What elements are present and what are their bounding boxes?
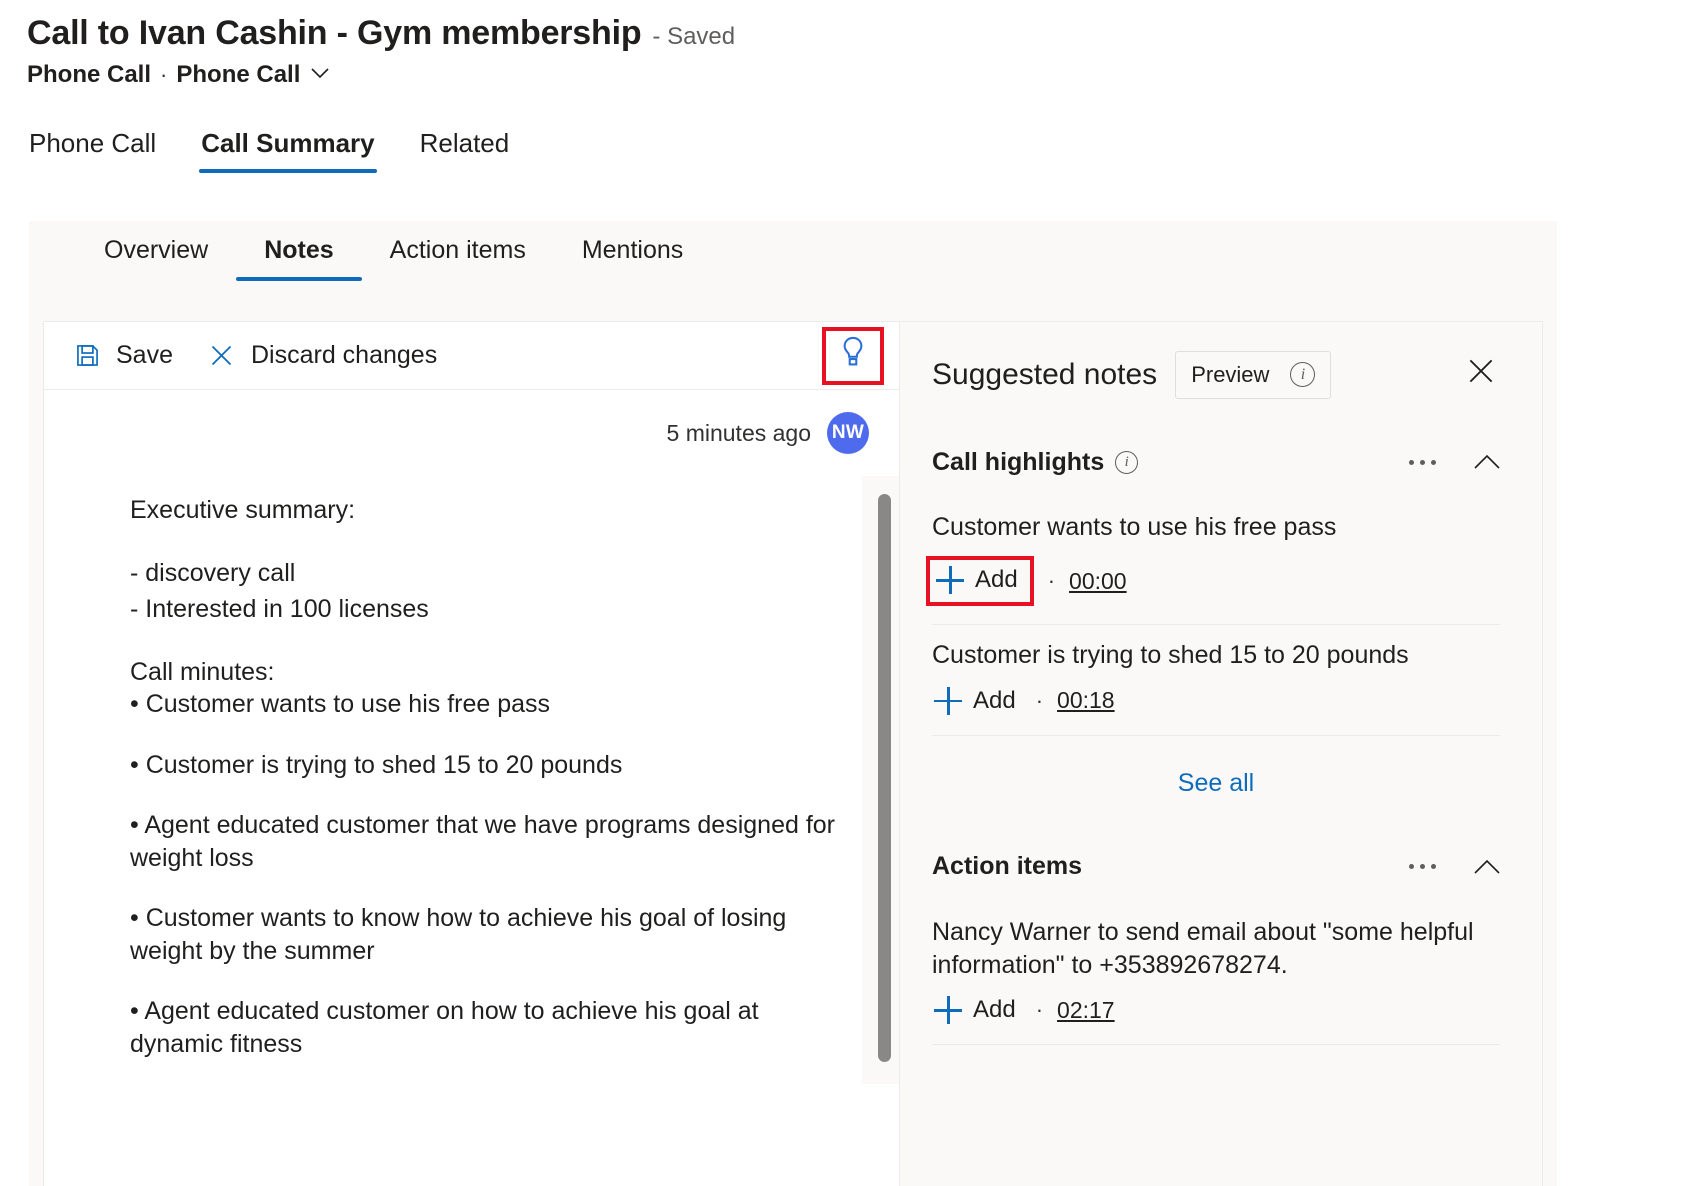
plus-icon <box>934 996 962 1024</box>
info-icon[interactable]: i <box>1290 362 1315 387</box>
section-overflow-menu-button[interactable] <box>1409 864 1436 869</box>
suggestion-actions: Add · 00:18 <box>932 685 1500 735</box>
divider <box>932 1044 1500 1045</box>
note-line: • Customer wants to use his free pass <box>130 688 835 721</box>
discard-changes-label: Discard changes <box>251 341 437 370</box>
section-header: Action items <box>932 832 1542 902</box>
add-button-label: Add <box>975 566 1018 594</box>
suggestion-item: Nancy Warner to send email about "some h… <box>932 902 1542 1045</box>
save-icon <box>72 341 102 371</box>
add-suggestion-button[interactable]: Add <box>926 556 1034 606</box>
notes-card: Save Discard changes <box>43 321 1543 1186</box>
tab-call-summary[interactable]: Call Summary <box>199 128 376 173</box>
plus-icon <box>934 687 962 715</box>
suggestion-timestamp[interactable]: 00:00 <box>1069 568 1127 595</box>
note-line: - Interested in 100 licenses <box>130 593 859 626</box>
note-timestamp: 5 minutes ago <box>667 420 811 447</box>
primary-tab-list: Phone Call Call Summary Related <box>27 128 552 173</box>
breadcrumb: Phone Call · Phone Call <box>27 61 735 89</box>
separator: · <box>1036 688 1043 714</box>
add-suggestion-button[interactable]: Add <box>932 994 1022 1026</box>
separator: · <box>1048 568 1055 594</box>
notes-scrollbar[interactable] <box>862 476 902 1084</box>
breadcrumb-separator: · <box>160 62 167 88</box>
chevron-down-icon[interactable] <box>311 68 329 79</box>
note-meta-row: 5 minutes ago NW <box>44 390 899 476</box>
note-scroll-area: Executive summary: - discovery call - In… <box>44 476 899 1088</box>
suggested-notes-panel: Suggested notes Preview i Call highlight <box>899 322 1542 1186</box>
note-line: • Agent educated customer that we have p… <box>130 809 835 874</box>
breadcrumb-form[interactable]: Phone Call <box>176 61 300 89</box>
note-line: - discovery call <box>130 557 859 590</box>
suggested-notes-toggle-button[interactable] <box>822 327 884 385</box>
subtab-overview[interactable]: Overview <box>76 236 236 281</box>
suggestion-text: Customer wants to use his free pass <box>932 497 1500 544</box>
suggested-notes-header: Suggested notes Preview i <box>932 322 1542 427</box>
avatar[interactable]: NW <box>827 412 869 454</box>
section-title: Action items <box>932 852 1082 881</box>
suggestion-timestamp[interactable]: 00:18 <box>1057 687 1115 714</box>
add-suggestion-button[interactable]: Add <box>932 685 1022 717</box>
note-line: • Customer wants to know how to achieve … <box>130 902 835 967</box>
subtab-action-items[interactable]: Action items <box>362 236 554 281</box>
section-call-highlights: Call highlights i Customer wants to use … <box>932 427 1542 832</box>
add-button-label: Add <box>973 687 1016 715</box>
preview-badge[interactable]: Preview i <box>1175 351 1331 399</box>
note-line: Executive summary: <box>130 494 859 527</box>
plus-icon <box>936 566 964 594</box>
save-button[interactable]: Save <box>72 341 173 371</box>
suggestion-actions: Add · 02:17 <box>932 994 1500 1044</box>
save-button-label: Save <box>116 341 173 370</box>
section-overflow-menu-button[interactable] <box>1409 460 1436 465</box>
info-icon[interactable]: i <box>1115 451 1138 474</box>
chevron-up-icon[interactable] <box>1474 859 1500 875</box>
suggestion-item: Customer wants to use his free pass Add … <box>932 497 1542 624</box>
see-all-link[interactable]: See all <box>1178 769 1254 798</box>
notes-editor: Save Discard changes <box>44 322 899 1186</box>
call-summary-panel: Overview Notes Action items Mentions Sav… <box>29 221 1557 1186</box>
suggestion-timestamp[interactable]: 02:17 <box>1057 997 1115 1024</box>
close-icon <box>207 341 237 371</box>
tab-phone-call[interactable]: Phone Call <box>27 128 158 173</box>
save-status: - Saved <box>652 23 735 51</box>
editor-toolbar: Save Discard changes <box>44 322 899 390</box>
preview-badge-label: Preview <box>1191 362 1269 388</box>
close-panel-button[interactable] <box>1462 354 1500 392</box>
suggested-notes-title: Suggested notes <box>932 358 1157 392</box>
page-title: Call to Ivan Cashin - Gym membership <box>27 14 641 53</box>
chevron-up-icon[interactable] <box>1474 454 1500 470</box>
close-icon <box>1466 356 1496 391</box>
scrollbar-thumb[interactable] <box>878 494 891 1062</box>
tab-related[interactable]: Related <box>418 128 512 173</box>
add-button-label: Add <box>973 996 1016 1024</box>
record-title-row: Call to Ivan Cashin - Gym membership - S… <box>27 14 735 53</box>
note-text-content[interactable]: Executive summary: - discovery call - In… <box>44 476 859 1088</box>
section-action-items: Action items Nancy Warner to send email … <box>932 832 1542 1046</box>
lightbulb-icon <box>838 336 868 375</box>
see-all-row: See all <box>932 736 1542 832</box>
suggestion-text: Customer is trying to shed 15 to 20 poun… <box>932 625 1500 672</box>
section-header: Call highlights i <box>932 427 1542 497</box>
discard-changes-button[interactable]: Discard changes <box>207 341 437 371</box>
note-line: • Agent educated customer on how to achi… <box>130 995 835 1060</box>
suggestion-actions: Add · 00:00 <box>932 556 1500 624</box>
note-line: Call minutes: <box>130 656 859 689</box>
subtab-mentions[interactable]: Mentions <box>554 236 711 281</box>
subtab-notes[interactable]: Notes <box>236 236 361 281</box>
section-title: Call highlights <box>932 448 1104 477</box>
record-header: Call to Ivan Cashin - Gym membership - S… <box>27 14 735 89</box>
separator: · <box>1036 997 1043 1023</box>
suggestion-text: Nancy Warner to send email about "some h… <box>932 902 1500 983</box>
breadcrumb-entity: Phone Call <box>27 61 151 89</box>
sub-tab-list: Overview Notes Action items Mentions <box>76 236 711 281</box>
suggestion-item: Customer is trying to shed 15 to 20 poun… <box>932 625 1542 734</box>
note-line: • Customer is trying to shed 15 to 20 po… <box>130 749 835 782</box>
